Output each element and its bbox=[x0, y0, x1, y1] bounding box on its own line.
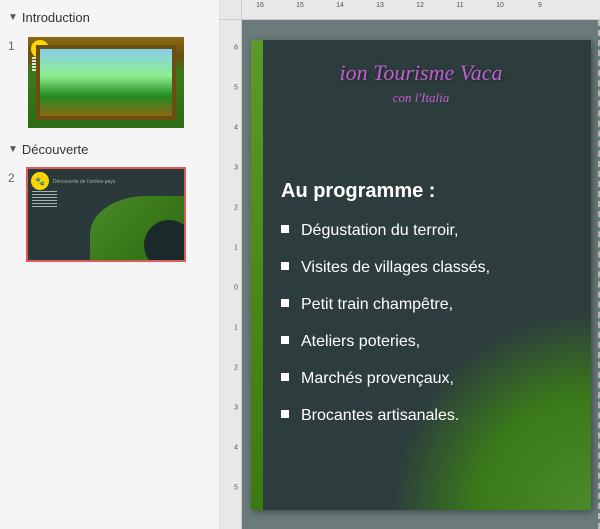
section-arrow-decouverte: ▼ bbox=[8, 144, 18, 155]
ruler-v-4: 4 bbox=[234, 125, 238, 132]
list-item-3: Petit train champêtre, bbox=[281, 295, 571, 314]
slide-number-2: 2 bbox=[8, 171, 20, 185]
ruler-corner bbox=[220, 0, 242, 20]
section-introduction-label: Introduction bbox=[22, 10, 90, 25]
list-item-5-text: Marchés provençaux, bbox=[301, 369, 454, 388]
bullet-1 bbox=[281, 225, 289, 233]
ruler-v-6: 6 bbox=[234, 45, 238, 52]
section-arrow-intro: ▼ bbox=[8, 12, 18, 23]
list-item-5: Marchés provençaux, bbox=[281, 369, 571, 388]
ruler-v-0: 0 bbox=[234, 285, 238, 292]
slide2-title: Découverte de l'arrière pays bbox=[53, 179, 115, 185]
ruler-h-label-9: 9 bbox=[538, 2, 542, 9]
list-item-6-text: Brocantes artisanales. bbox=[301, 406, 459, 425]
ruler-h-label-16: 16 bbox=[256, 2, 264, 9]
list-item-1-text: Dégustation du terroir, bbox=[301, 221, 458, 240]
slide-programme: Au programme : Dégustation du terroir, V… bbox=[281, 180, 571, 444]
section-introduction[interactable]: ▼ Introduction bbox=[4, 8, 215, 27]
slide-item-2[interactable]: 2 🐾 Découverte de l'arrière pays bbox=[4, 165, 215, 264]
slide-navigator[interactable]: ▼ Introduction 1 🐾 ▼ Découverte 2 bbox=[0, 0, 220, 529]
slide-green-bar bbox=[251, 40, 263, 510]
section-decouverte[interactable]: ▼ Découverte bbox=[4, 140, 215, 159]
ruler-v-3: 3 bbox=[234, 165, 238, 172]
slide-page: ion Tourisme Vaca con l'Italia Au progra… bbox=[251, 40, 591, 510]
list-item-4: Ateliers poteries, bbox=[281, 332, 571, 351]
bullet-4 bbox=[281, 336, 289, 344]
slide-title-area: ion Tourisme Vaca con l'Italia bbox=[271, 60, 571, 106]
slide1-frame bbox=[36, 45, 176, 120]
bullet-2 bbox=[281, 262, 289, 270]
slide-thumbnail-2[interactable]: 🐾 Découverte de l'arrière pays bbox=[26, 167, 186, 262]
slide2-text bbox=[32, 191, 57, 207]
ruler-v-n3: 3 bbox=[234, 405, 238, 412]
content-section: 16 15 14 13 12 11 10 9 6 5 4 3 2 1 0 1 2… bbox=[220, 0, 600, 529]
ruler-h-label-10: 10 bbox=[496, 2, 504, 9]
ruler-h-label-13: 13 bbox=[376, 2, 384, 9]
programme-list: Dégustation du terroir, Visites de villa… bbox=[281, 221, 571, 426]
ruler-h-label-11: 11 bbox=[456, 2, 463, 9]
ruler-v-1: 1 bbox=[234, 245, 238, 252]
list-item-2-text: Visites de villages classés, bbox=[301, 258, 490, 277]
ruler-h-label-14: 14 bbox=[336, 2, 344, 9]
vertical-ruler: 6 5 4 3 2 1 0 1 2 3 4 5 bbox=[220, 20, 242, 529]
main-area: 6 5 4 3 2 1 0 1 2 3 4 5 bbox=[220, 20, 600, 529]
ruler-v-n5: 5 bbox=[234, 485, 238, 492]
horizontal-ruler: 16 15 14 13 12 11 10 9 bbox=[242, 0, 600, 20]
slide-title-line2: con l'Italia bbox=[271, 90, 571, 106]
section-decouverte-label: Découverte bbox=[22, 142, 88, 157]
ruler-h-label-15: 15 bbox=[296, 2, 304, 9]
slide2-logo: 🐾 bbox=[31, 172, 49, 190]
list-item-1: Dégustation du terroir, bbox=[281, 221, 571, 240]
ruler-v-n4: 4 bbox=[234, 445, 238, 452]
ruler-v-2: 2 bbox=[234, 205, 238, 212]
slide-number-1: 1 bbox=[8, 39, 20, 53]
slide-item-1[interactable]: 1 🐾 bbox=[4, 33, 215, 132]
bullet-5 bbox=[281, 373, 289, 381]
bullet-6 bbox=[281, 410, 289, 418]
list-item-2: Visites de villages classés, bbox=[281, 258, 571, 277]
ruler-v-5: 5 bbox=[234, 85, 238, 92]
list-item-4-text: Ateliers poteries, bbox=[301, 332, 420, 351]
slide-thumbnail-1[interactable]: 🐾 bbox=[26, 35, 186, 130]
list-item-3-text: Petit train champêtre, bbox=[301, 295, 453, 314]
ruler-v-n1: 1 bbox=[234, 325, 238, 332]
ruler-v-n2: 2 bbox=[234, 365, 238, 372]
ruler-h-label-12: 12 bbox=[416, 2, 424, 9]
programme-heading: Au programme : bbox=[281, 180, 571, 203]
list-item-6: Brocantes artisanales. bbox=[281, 406, 571, 425]
bullet-3 bbox=[281, 299, 289, 307]
slide-title-line1: ion Tourisme Vaca bbox=[271, 60, 571, 86]
slide-canvas[interactable]: ion Tourisme Vaca con l'Italia Au progra… bbox=[242, 20, 600, 529]
